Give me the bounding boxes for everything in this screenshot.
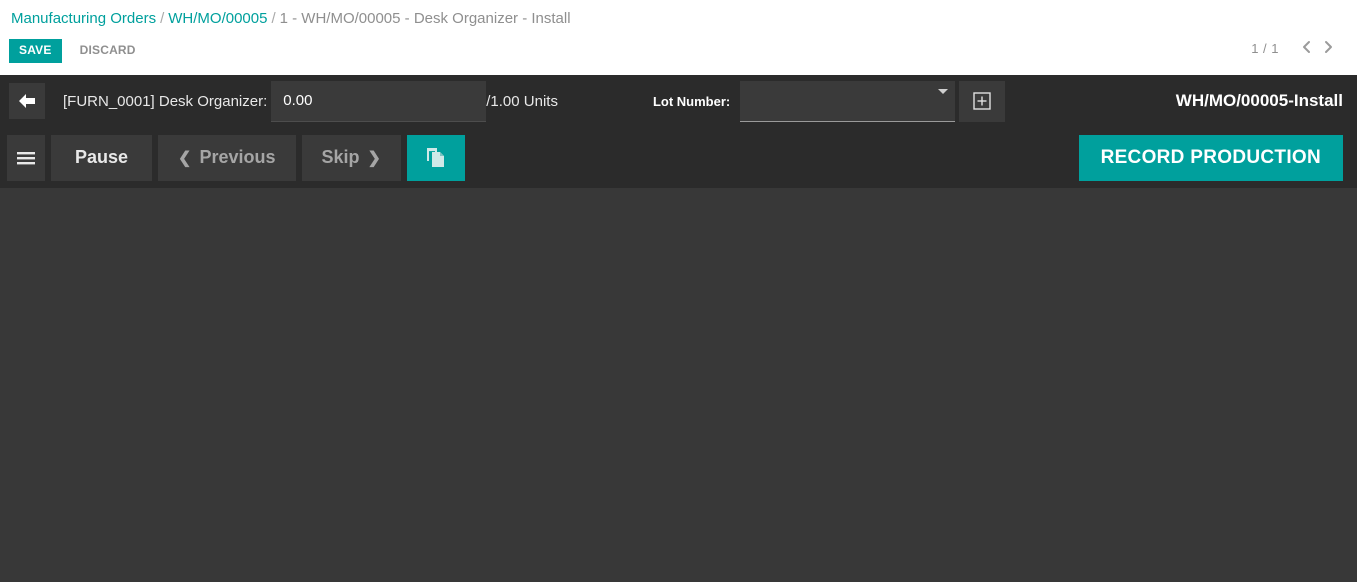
breadcrumb-item-current: 1 - WH/MO/00005 - Desk Organizer - Insta… [280, 10, 571, 27]
lot-number-label: Lot Number: [653, 94, 730, 109]
skip-label: Skip [322, 147, 360, 168]
tablet-toolbar: Pause ❮ Previous Skip ❯ RECORD PRODUCTIO… [0, 127, 1357, 188]
previous-label: Previous [199, 147, 275, 168]
previous-button[interactable]: ❮ Previous [158, 135, 295, 181]
pager: 1 / 1 [1251, 40, 1339, 57]
lot-number-input[interactable] [740, 81, 955, 122]
control-panel-buttons: SAVE DISCARD [9, 39, 140, 63]
breadcrumb-separator: / [156, 10, 168, 27]
lot-number-group: Lot Number: [653, 81, 1005, 122]
control-panel: Manufacturing Orders/WH/MO/00005/1 - WH/… [0, 0, 1357, 75]
pause-button[interactable]: Pause [51, 135, 152, 181]
chevron-down-icon[interactable] [938, 89, 948, 94]
tablet-content-area [0, 188, 1357, 582]
pause-label: Pause [75, 147, 128, 168]
discard-button[interactable]: DISCARD [76, 39, 140, 63]
breadcrumb-item-manufacturing-orders[interactable]: Manufacturing Orders [11, 10, 156, 27]
pager-count: 1 / 1 [1251, 41, 1279, 56]
documents-button[interactable] [407, 135, 465, 181]
quantity-input[interactable] [271, 81, 486, 122]
chevron-left-icon [1301, 40, 1311, 54]
hamburger-menu-icon [16, 151, 36, 165]
record-production-button[interactable]: RECORD PRODUCTION [1079, 135, 1343, 181]
skip-button[interactable]: Skip ❯ [302, 135, 401, 181]
breadcrumb-separator: / [267, 10, 279, 27]
chevron-right-icon: ❯ [368, 148, 381, 168]
breadcrumb-item-order[interactable]: WH/MO/00005 [168, 10, 267, 27]
chevron-left-icon: ❮ [178, 148, 191, 168]
breadcrumb: Manufacturing Orders/WH/MO/00005/1 - WH/… [0, 0, 1357, 30]
plus-square-icon [973, 92, 991, 110]
product-label: [FURN_0001] Desk Organizer: [63, 93, 267, 110]
tablet-header: [FURN_0001] Desk Organizer: /1.00 Units … [0, 75, 1357, 127]
arrow-left-icon [17, 92, 37, 110]
pager-previous-button[interactable] [1295, 40, 1317, 57]
chevron-right-icon [1323, 40, 1333, 54]
menu-button[interactable] [7, 135, 45, 181]
add-lot-button[interactable] [959, 81, 1005, 122]
lot-number-field [740, 81, 955, 122]
back-button[interactable] [9, 83, 45, 119]
quantity-total-label: /1.00 Units [486, 93, 558, 110]
work-order-name: WH/MO/00005-Install [1176, 91, 1343, 111]
pager-next-button[interactable] [1317, 40, 1339, 57]
copy-documents-icon [424, 146, 448, 170]
save-button[interactable]: SAVE [9, 39, 62, 63]
